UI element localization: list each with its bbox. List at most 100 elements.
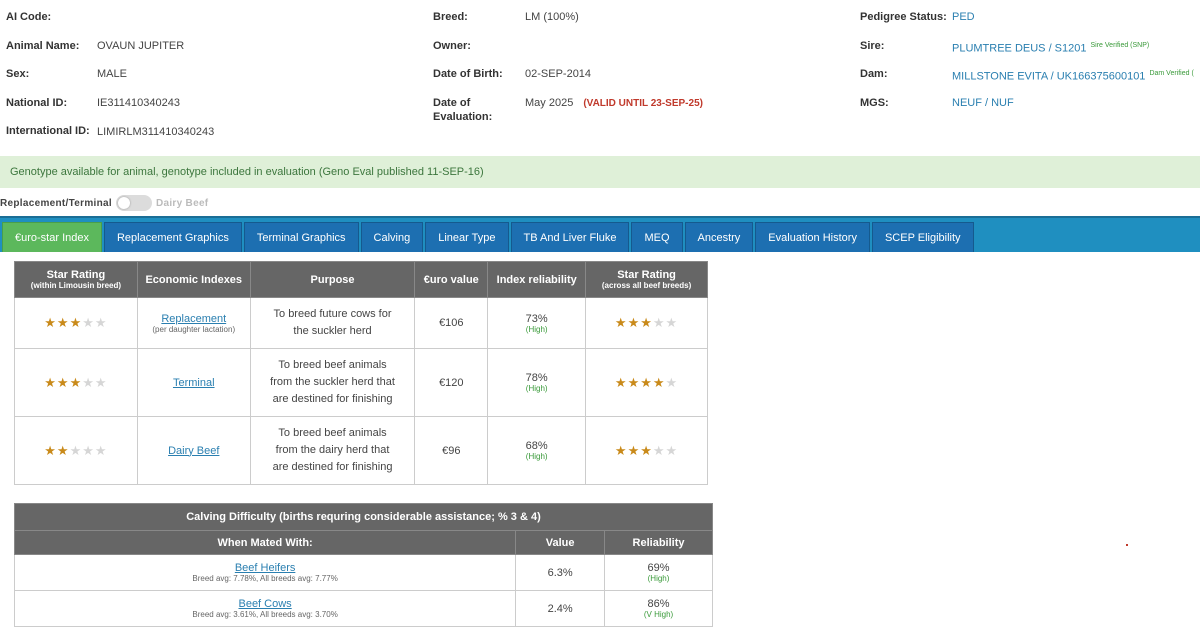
header-economic-indexes: Economic Indexes (136, 261, 251, 298)
star-filled-icon: ★ (627, 442, 641, 458)
table-row: ★★★★★ Terminal To breed beef animals from… (14, 348, 708, 417)
euro-star-header-row: Star Rating (within Limousin breed) Econo… (14, 261, 708, 298)
header-star-rating-across: Star Rating (across all beef breeds) (585, 261, 708, 298)
stars-icon: ★★★★★ (615, 375, 678, 390)
star-rating-across: ★★★★★ (585, 348, 708, 417)
header-value: Value (515, 530, 606, 555)
index-toggle: Replacement/Terminal Dairy Beef (0, 194, 208, 212)
tab-euro-star-index[interactable]: €uro-star Index (2, 222, 102, 252)
star-filled-icon: ★ (56, 374, 70, 390)
purpose-cell: To breed beef animals from the dairy herd… (249, 416, 416, 485)
mated-with-cell: Beef Heifers Breed avg: 7.78%, All breeds… (13, 554, 517, 591)
owner-label: Owner: (433, 40, 471, 52)
sire-verified-badge: Sire Verified (SNP) (1090, 42, 1150, 49)
tab-terminal-graphics[interactable]: Terminal Graphics (243, 222, 359, 252)
breed-label: Breed: (433, 11, 468, 23)
star-rating-within: ★★★★★ (14, 297, 138, 349)
reliability-value: 68% (525, 440, 548, 452)
reliability-cell: 68% (High) (487, 416, 587, 485)
purpose-line: To breed beef animals (278, 359, 387, 371)
ai-code-label: AI Code: (6, 11, 52, 23)
star-filled-icon: ★ (640, 442, 653, 458)
calving-value: 2.4% (515, 590, 606, 627)
evaluation-date-label-line1: Date of (433, 97, 471, 109)
stray-dot (1126, 544, 1128, 546)
tab-ancestry[interactable]: Ancestry (684, 222, 754, 252)
sex-label: Sex: (6, 68, 30, 80)
star-filled-icon: ★ (627, 374, 641, 390)
calving-reliability-level: (High) (647, 574, 670, 583)
tab-evaluation-history[interactable]: Evaluation History (755, 222, 870, 252)
calving-reliability-value: 69% (647, 562, 670, 574)
euro-value: €106 (414, 297, 489, 349)
purpose-line: are destined for finishing (272, 393, 393, 405)
header-reliability: Reliability (604, 530, 713, 555)
star-filled-icon: ★ (44, 442, 57, 458)
sire-link[interactable]: PLUMTREE DEUS / S1201 (952, 43, 1087, 55)
beef-heifers-link[interactable]: Beef Heifers (235, 562, 296, 574)
index-link-dairy-beef[interactable]: Dairy Beef (168, 445, 219, 457)
reliability-level: (High) (525, 324, 548, 334)
table-row: ★★★★★ Dairy Beef To breed beef animals fr… (14, 416, 708, 485)
animal-name-label: Animal Name: (6, 40, 80, 52)
toggle-label-dairy-beef: Dairy Beef (155, 197, 209, 209)
header-euro-value: €uro value (414, 261, 489, 298)
dam-link[interactable]: MILLSTONE EVITA / UK166375600101 (952, 71, 1145, 83)
tab-bar: €uro-star Index Replacement Graphics Ter… (0, 216, 1200, 252)
star-filled-icon: ★ (614, 374, 628, 390)
mated-with-cell: Beef Cows Breed avg: 3.61%, All breeds av… (13, 590, 517, 627)
star-empty-icon: ★ (69, 442, 83, 458)
evaluation-date-text: May 2025 (525, 97, 574, 109)
star-filled-icon: ★ (652, 374, 666, 390)
purpose-line: from the suckler herd that (270, 376, 395, 388)
reliability-cell: 73% (High) (487, 297, 587, 349)
star-filled-icon: ★ (69, 374, 83, 390)
national-id-value: IE311410340243 (97, 97, 180, 109)
toggle-knob (117, 197, 130, 209)
stars-icon: ★★★★★ (44, 315, 107, 330)
star-filled-icon: ★ (614, 315, 628, 330)
reliability-value: 73% (525, 312, 548, 325)
tab-replacement-graphics[interactable]: Replacement Graphics (103, 222, 242, 252)
calving-table-caption: Calving Difficulty (births requring cons… (14, 503, 713, 531)
purpose-line: To breed beef animals (278, 427, 387, 439)
tab-linear-type[interactable]: Linear Type (425, 222, 509, 252)
tab-calving[interactable]: Calving (360, 222, 424, 252)
index-toggle-switch[interactable] (115, 195, 152, 211)
tab-tb-liver-fluke[interactable]: TB And Liver Fluke (510, 222, 630, 252)
animal-name-value: OVAUN JUPITER (97, 40, 185, 52)
animal-info-panel: AI Code: Animal Name: OVAUN JUPITER Sex:… (0, 0, 1200, 150)
breed-avg-text: Breed avg: 7.78%, All breeds avg: 7.77% (192, 574, 338, 583)
economic-index-cell: Terminal (136, 348, 251, 417)
evaluation-date-label-line2: Evaluation: (433, 111, 493, 123)
dob-label: Date of Birth: (433, 68, 503, 80)
index-link-replacement[interactable]: Replacement (161, 313, 226, 325)
tab-meq[interactable]: MEQ (631, 222, 683, 252)
star-filled-icon: ★ (614, 442, 628, 458)
genotype-banner: Genotype available for animal, genotype … (0, 156, 1200, 188)
star-empty-icon: ★ (82, 315, 95, 330)
header-star-rating-across-sub: (across all beef breeds) (601, 281, 692, 290)
beef-cows-link[interactable]: Beef Cows (238, 598, 291, 610)
mgs-link[interactable]: NEUF / NUF (952, 96, 1014, 110)
stars-icon: ★★★★★ (44, 375, 107, 390)
star-empty-icon: ★ (652, 442, 666, 458)
star-empty-icon: ★ (665, 442, 679, 458)
star-rating-within: ★★★★★ (14, 416, 138, 485)
calving-value: 6.3% (515, 554, 606, 591)
calving-caption-row: Calving Difficulty (births requring cons… (14, 503, 713, 531)
tab-scep-eligibility[interactable]: SCEP Eligibility (871, 222, 974, 252)
table-row: ★★★★★ Replacement (per daughter lactation… (14, 297, 708, 349)
star-empty-icon: ★ (94, 442, 108, 458)
index-link-terminal[interactable]: Terminal (173, 377, 215, 389)
sire-label: Sire: (860, 40, 885, 52)
star-filled-icon: ★ (640, 315, 653, 330)
economic-index-cell: Dairy Beef (136, 416, 251, 485)
evaluation-date-value: May 2025 (VALID UNTIL 23-SEP-25) (525, 96, 703, 111)
dob-value: 02-SEP-2014 (525, 68, 592, 80)
evaluation-valid-until: (VALID UNTIL 23-SEP-25) (583, 98, 703, 109)
calving-reliability-level: (V High) (643, 610, 674, 619)
index-sub: (per daughter lactation) (152, 324, 236, 334)
star-empty-icon: ★ (94, 374, 108, 390)
reliability-value: 78% (525, 372, 548, 384)
